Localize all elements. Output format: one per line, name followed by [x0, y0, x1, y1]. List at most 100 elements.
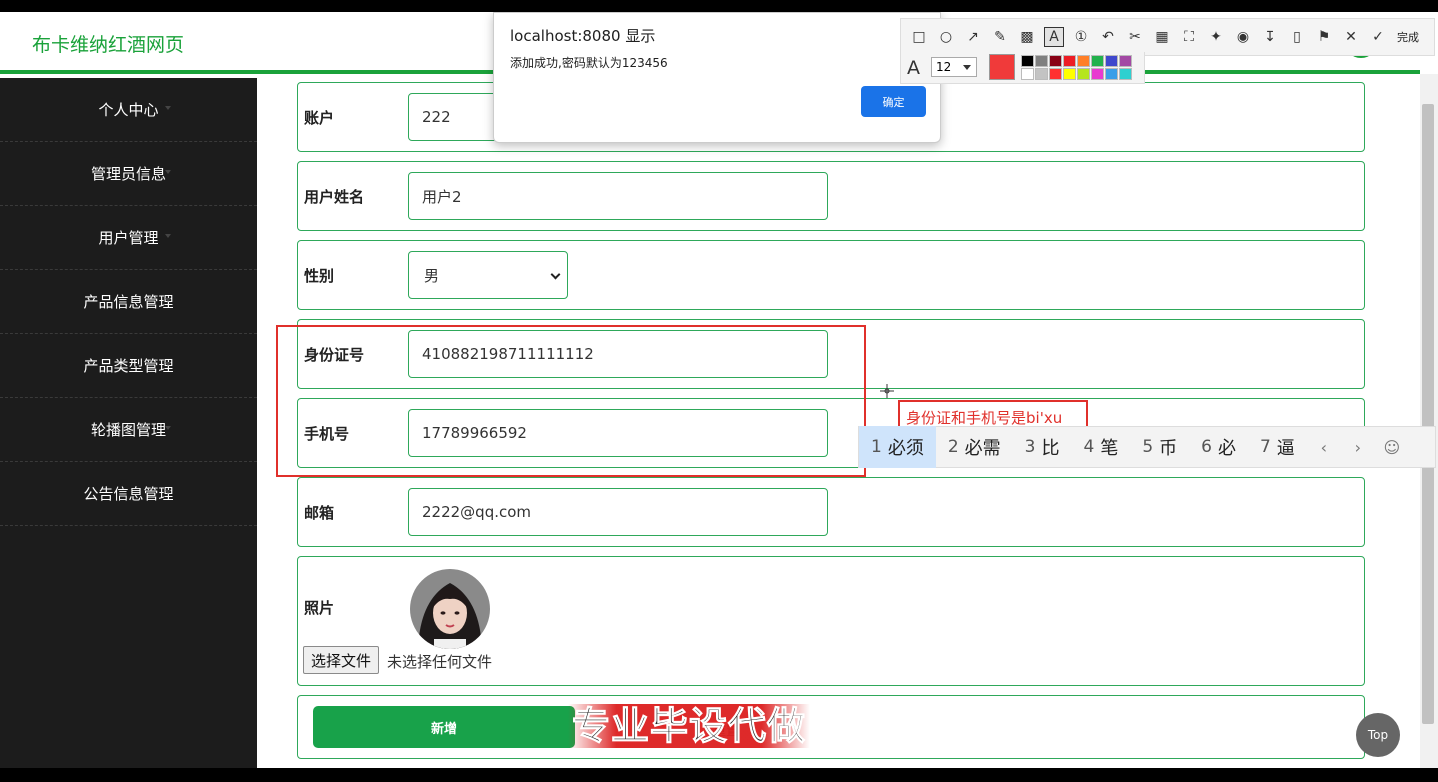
watermark-overlay: 专业毕设代做 [568, 704, 811, 749]
pen-tool-icon[interactable]: ✎ [990, 27, 1010, 47]
color-swatch[interactable] [1119, 68, 1132, 80]
check-icon[interactable]: ✓ [1368, 27, 1388, 47]
ime-candidate-text: 必须 [887, 438, 924, 459]
gender-label: 性别 [304, 267, 335, 285]
chevron-left-icon[interactable]: ‹ [1307, 426, 1341, 468]
dialog-ok-button[interactable]: 确定 [861, 86, 926, 117]
close-icon[interactable]: ✕ [1341, 27, 1361, 47]
app-window: 布卡维纳红酒网页 个人中心 管理员信息 用户管理 产品信息管理 产品类型管理 轮… [0, 12, 1438, 768]
sidebar-item-personal-center[interactable]: 个人中心 [0, 78, 257, 142]
ime-candidate-6[interactable]: 6必 [1189, 426, 1248, 468]
color-swatch[interactable] [1035, 55, 1048, 67]
color-swatch[interactable] [1119, 55, 1132, 67]
dialog-message: 添加成功,密码默认为123456 [510, 56, 668, 70]
sidebar-item-product-info[interactable]: 产品信息管理 [0, 270, 257, 334]
phone-icon[interactable]: ▯ [1287, 27, 1307, 47]
ime-candidate-number: 5 [1142, 437, 1154, 457]
form-row-actions: 新增 重置 专业毕设代做 [297, 695, 1365, 759]
scrollbar-thumb[interactable] [1422, 104, 1434, 724]
scissors-icon[interactable]: ✂ [1125, 27, 1145, 47]
number-tool-icon[interactable]: ① [1071, 27, 1091, 47]
ime-candidate-number: 6 [1201, 437, 1212, 457]
download-icon[interactable]: ↧ [1260, 27, 1280, 47]
ime-candidate-3[interactable]: 3比 [1013, 426, 1072, 468]
mosaic-tool-icon[interactable]: ▩ [1017, 27, 1037, 47]
rectangle-tool-icon[interactable]: □ [909, 27, 929, 47]
color-swatch[interactable] [1049, 68, 1062, 80]
sidebar: 个人中心 管理员信息 用户管理 产品信息管理 产品类型管理 轮播图管理 公告信息… [0, 78, 257, 768]
undo-icon[interactable]: ↶ [1098, 27, 1118, 47]
choose-file-button[interactable]: 选择文件 [303, 646, 380, 674]
form-row-gender: 性别 男 [297, 240, 1365, 310]
ime-candidate-2[interactable]: 2 必需 [936, 426, 1013, 468]
color-swatch[interactable] [1035, 68, 1048, 80]
email-label: 邮箱 [304, 504, 335, 522]
crosshair-cursor-icon [880, 384, 894, 398]
site-title[interactable]: 布卡维纳红酒网页 [32, 30, 184, 57]
scan-icon[interactable]: ⛶ [1179, 27, 1199, 47]
ime-candidate-1[interactable]: 1 必须 [859, 426, 936, 468]
form-row-email: 邮箱 2222@qq.com [297, 477, 1365, 547]
portrait-image [410, 569, 490, 649]
color-palette [1021, 55, 1132, 80]
form-row-photo: 照片 选择文件 未选择任何文件 [297, 556, 1365, 686]
color-swatch[interactable] [1063, 68, 1076, 80]
color-swatch[interactable] [1077, 68, 1090, 80]
current-color-swatch[interactable] [989, 54, 1015, 80]
text-tool-icon[interactable]: A [1044, 27, 1064, 47]
gender-select-value: 男 [424, 266, 440, 285]
ime-candidate-bar: 1 必须 2 必需 3比 4笔 5币 6必 7逼 ‹ › ☺ [858, 426, 1436, 468]
ime-candidate-5[interactable]: 5币 [1130, 426, 1189, 468]
color-swatch[interactable] [1091, 68, 1104, 80]
ime-candidate-text: 必 [1217, 438, 1236, 459]
color-swatch[interactable] [1091, 55, 1104, 67]
annotation-toolbar: □ ○ ↗ ✎ ▩ A ① ↶ ✂ ▦ ⛶ ✦ ◉ ↧ ▯ ⚑ ✕ ✓ 完成 [900, 18, 1435, 56]
emoji-icon[interactable]: ☺ [1375, 426, 1409, 468]
sidebar-item-admin-info[interactable]: 管理员信息 [0, 142, 257, 206]
sidebar-item-user-management[interactable]: 用户管理 [0, 206, 257, 270]
name-label: 用户姓名 [304, 188, 365, 206]
sidebar-item-notice[interactable]: 公告信息管理 [0, 462, 257, 526]
ime-candidate-number: 3 [1024, 437, 1036, 457]
add-button[interactable]: 新增 [313, 706, 575, 748]
arrow-tool-icon[interactable]: ↗ [963, 27, 983, 47]
photo-preview [410, 569, 490, 649]
gender-select[interactable]: 男 [408, 251, 568, 299]
page-scrollbar[interactable] [1420, 74, 1438, 768]
color-swatch[interactable] [1049, 55, 1062, 67]
color-swatch[interactable] [1077, 55, 1090, 67]
sidebar-item-product-type[interactable]: 产品类型管理 [0, 334, 257, 398]
color-swatch[interactable] [1105, 55, 1118, 67]
ime-candidate-text: 币 [1159, 438, 1178, 459]
ime-candidate-7[interactable]: 7逼 [1248, 426, 1307, 468]
back-to-top-button[interactable]: Top [1356, 713, 1400, 757]
sidebar-item-carousel[interactable]: 轮播图管理 [0, 398, 257, 462]
ime-candidate-4[interactable]: 4笔 [1071, 426, 1130, 468]
pin-icon[interactable]: ✦ [1206, 27, 1226, 47]
font-icon: A [907, 57, 920, 79]
bookmark-icon[interactable]: ⚑ [1314, 27, 1334, 47]
ime-candidate-number: 4 [1083, 437, 1095, 457]
color-swatch[interactable] [1063, 55, 1076, 67]
color-swatch[interactable] [1021, 68, 1034, 80]
done-button[interactable]: 完成 [1397, 29, 1419, 45]
alert-dialog: localhost:8080 显示 添加成功,密码默认为123456 确定 [493, 12, 941, 143]
file-status-text: 未选择任何文件 [387, 653, 493, 671]
chevron-down-icon [550, 269, 561, 280]
color-swatch[interactable] [1021, 55, 1034, 67]
ime-candidate-number: 7 [1259, 437, 1271, 457]
photo-label: 照片 [304, 599, 335, 617]
ellipse-tool-icon[interactable]: ○ [936, 27, 956, 47]
record-icon[interactable]: ◉ [1233, 27, 1253, 47]
ime-candidate-text: 逼 [1276, 438, 1295, 459]
ime-candidate-number: 1 [871, 437, 882, 457]
ime-candidate-text: 必需 [964, 438, 1001, 459]
account-label: 账户 [304, 109, 335, 127]
chevron-right-icon[interactable]: › [1341, 426, 1375, 468]
font-size-select[interactable]: 12 [931, 57, 977, 77]
form-row-name: 用户姓名 用户2 [297, 161, 1365, 231]
color-swatch[interactable] [1105, 68, 1118, 80]
ocr-icon[interactable]: ▦ [1152, 27, 1172, 47]
email-input[interactable]: 2222@qq.com [408, 488, 828, 536]
name-input[interactable]: 用户2 [408, 172, 828, 220]
